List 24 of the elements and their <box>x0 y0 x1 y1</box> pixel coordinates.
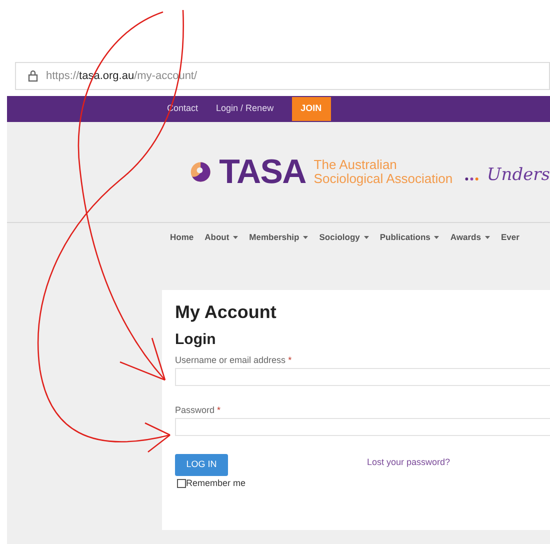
tagline-text: Unders <box>486 164 550 188</box>
field-label: Username or email address * <box>175 354 293 366</box>
login-button[interactable]: LOG IN <box>175 454 228 476</box>
subtitle-text: The Australian <box>314 158 398 172</box>
nav-item[interactable]: Publications <box>380 231 430 244</box>
nav-item[interactable]: About <box>204 231 230 244</box>
top-link[interactable]: Login / Renew <box>216 102 274 116</box>
logo-text: TASA <box>219 155 306 189</box>
input-field[interactable] <box>175 418 550 436</box>
lost-password-link[interactable]: Lost your password? <box>367 456 450 470</box>
nav-item[interactable]: Sociology <box>319 231 360 244</box>
padlock-icon <box>28 70 38 82</box>
subtitle-text: Sociological Association <box>314 172 453 186</box>
remember-label: Remember me <box>186 477 246 490</box>
nav-item[interactable]: Home <box>170 231 194 244</box>
field-label: Password * <box>175 404 222 416</box>
dots-icon <box>464 175 479 183</box>
nav-item[interactable]: Awards <box>450 231 481 244</box>
input-field[interactable] <box>175 368 550 386</box>
page-title: My Account <box>175 301 278 324</box>
nav-item[interactable]: Ever <box>500 231 520 244</box>
form-title: Login <box>175 330 217 350</box>
remember-checkbox[interactable] <box>177 479 186 488</box>
nav-item[interactable]: Membership <box>249 231 300 244</box>
